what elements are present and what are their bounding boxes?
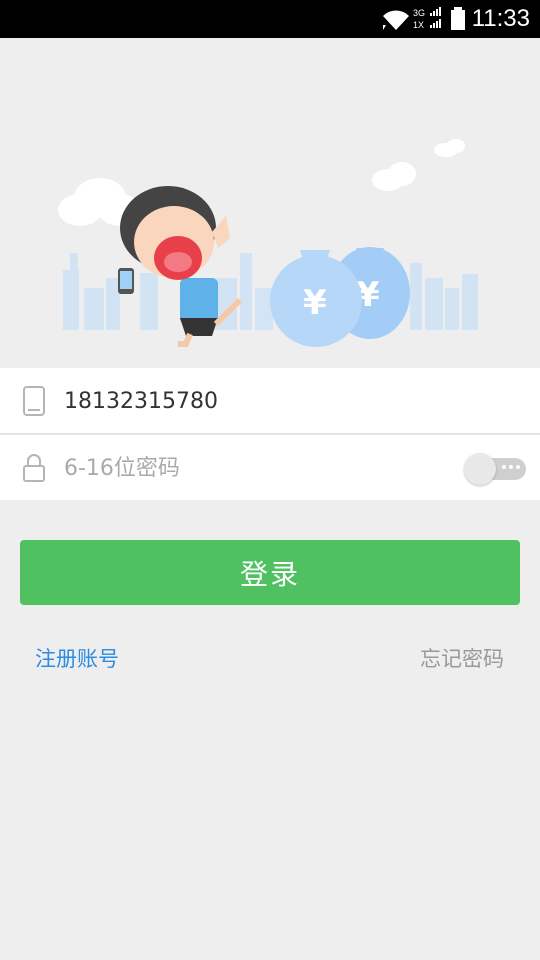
wifi-icon bbox=[383, 10, 409, 30]
signal-icon: 3G 1X bbox=[413, 7, 441, 30]
cartoon-girl-icon bbox=[118, 186, 243, 347]
password-row bbox=[0, 435, 540, 500]
phone-icon bbox=[23, 386, 45, 416]
illustration-svg: ¥ ¥ bbox=[58, 139, 478, 347]
money-bag-icon: ¥ ¥ bbox=[270, 247, 410, 347]
battery-icon bbox=[451, 7, 465, 30]
lock-icon bbox=[23, 454, 45, 482]
password-input[interactable] bbox=[64, 449, 444, 487]
phone-input[interactable] bbox=[64, 382, 444, 420]
login-button[interactable]: 登录 bbox=[20, 540, 520, 605]
toggle-knob bbox=[464, 453, 496, 485]
phone-row bbox=[0, 368, 540, 433]
register-link[interactable]: 注册账号 bbox=[35, 643, 119, 673]
money-symbol-front: ¥ bbox=[303, 283, 327, 323]
cloud-icon bbox=[58, 139, 465, 226]
network-top-label: 3G bbox=[413, 8, 425, 18]
status-bar: 3G 1X 11:33 bbox=[0, 0, 540, 38]
forgot-password-link[interactable]: 忘记密码 bbox=[420, 643, 504, 673]
network-bottom-label: 1X bbox=[413, 20, 424, 30]
password-visibility-toggle[interactable] bbox=[464, 452, 526, 485]
status-time: 11:33 bbox=[471, 5, 530, 32]
more-dots-icon bbox=[502, 465, 520, 473]
banner-illustration: ¥ ¥ bbox=[0, 38, 540, 368]
